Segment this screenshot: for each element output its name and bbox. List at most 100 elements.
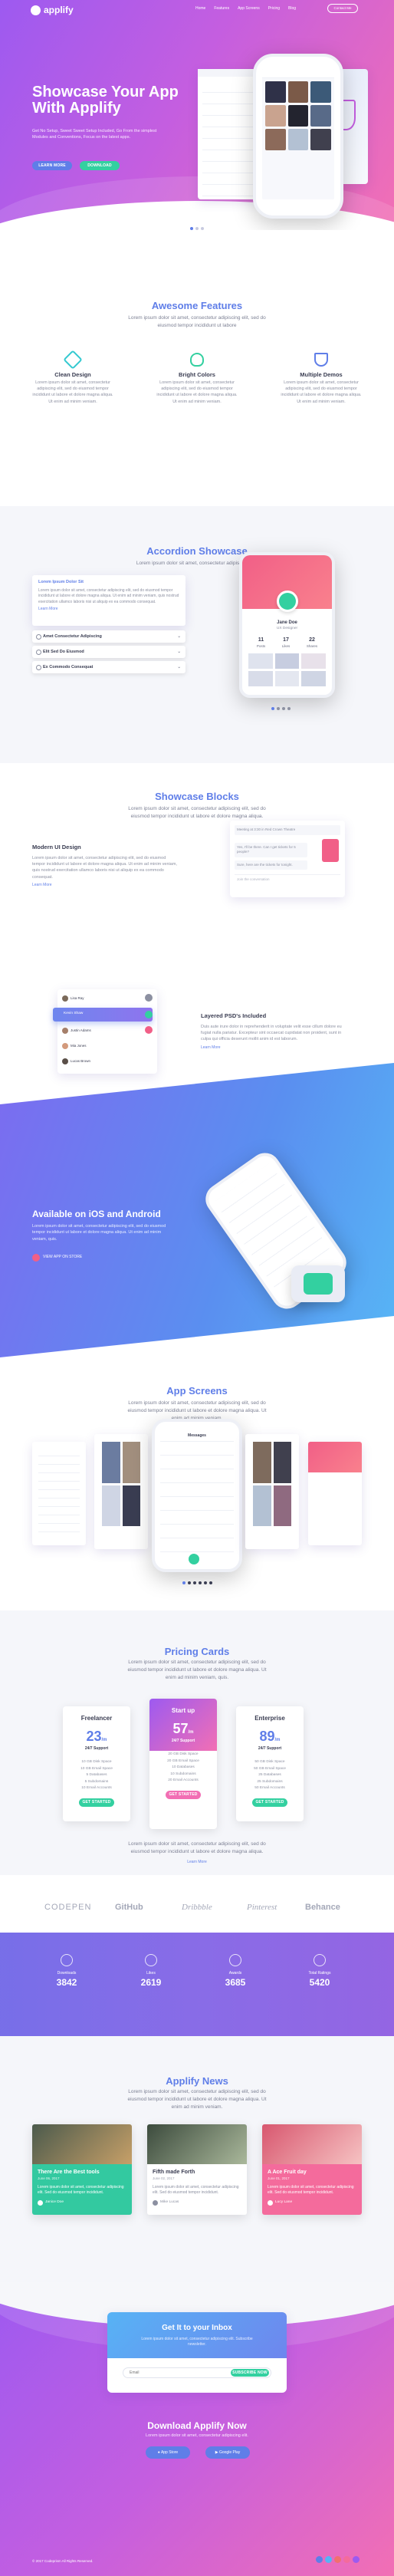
nav-app-screens[interactable]: App Screens <box>238 6 260 12</box>
gallery-thumb[interactable] <box>248 653 273 669</box>
photo-thumb[interactable] <box>265 129 286 150</box>
phone-screen: Messages <box>160 1431 234 1560</box>
nav-pricing[interactable]: Pricing <box>268 6 280 12</box>
news-section: Applify News Lorem ipsum dolor sit amet,… <box>0 2036 394 2282</box>
photo-thumb[interactable] <box>287 105 309 127</box>
photo-thumb[interactable] <box>265 105 286 127</box>
pager-dot[interactable] <box>188 1581 191 1584</box>
accordion-learn-more-link[interactable]: Learn More <box>38 607 179 612</box>
pager-dot[interactable] <box>193 1581 196 1584</box>
accordion-open-text: Lorem ipsum dolor sit amet, consectetur … <box>38 587 179 604</box>
store-link[interactable]: VIEW APP ON STORE <box>32 1254 82 1262</box>
app-store-button[interactable]: ● App Store <box>146 2446 190 2459</box>
screen-preview[interactable] <box>308 1442 362 1545</box>
brand-name: applify <box>44 5 74 15</box>
accordion-item[interactable]: Amet Consectetur Adipiscing ⌄ <box>32 630 186 643</box>
pager-dot[interactable] <box>182 1581 186 1584</box>
nav-features[interactable]: Features <box>214 6 229 12</box>
stat-likes: Likes 2619 <box>117 1954 186 1990</box>
pager-dot[interactable] <box>277 707 280 710</box>
nav-blog[interactable]: Blog <box>288 6 296 12</box>
avatar <box>268 2199 273 2206</box>
thumb <box>253 1485 271 1526</box>
block-learn-more-link[interactable]: Learn More <box>32 883 178 888</box>
check-icon[interactable] <box>145 1011 153 1018</box>
price-card-enterprise: Enterprise 89/m 24/7 Support 50 GB Disk … <box>236 1706 304 1821</box>
gallery-thumb[interactable] <box>274 671 300 687</box>
thumb <box>102 1485 120 1526</box>
screen-cover <box>308 1442 362 1472</box>
dribbble-icon[interactable] <box>343 2556 350 2563</box>
pager-dot[interactable] <box>271 707 274 710</box>
smartwatch <box>291 1265 345 1302</box>
accordion-item-open[interactable]: Lorem Ipsum Dolor Sit Lorem ipsum dolor … <box>32 575 186 626</box>
pricing-learn-more-link[interactable]: Learn More <box>0 1860 394 1865</box>
plan-feature: 50 Email Accounts <box>254 1786 285 1791</box>
brand-logo[interactable]: applify <box>31 4 74 17</box>
pager-dot[interactable] <box>287 707 291 710</box>
news-card[interactable]: A Ace Fruit day June 01, 2017 Lorem ipsu… <box>262 2124 362 2215</box>
screen-preview[interactable] <box>94 1434 148 1549</box>
gallery-thumb[interactable] <box>274 653 300 669</box>
pager-dot[interactable] <box>282 707 285 710</box>
avatar <box>62 1043 68 1049</box>
contact-row[interactable]: Mia Jones <box>62 1043 87 1049</box>
news-card[interactable]: Fifth made Forth June 02, 2017 Lorem ips… <box>147 2124 247 2215</box>
screen-preview[interactable] <box>245 1434 299 1549</box>
close-icon[interactable] <box>145 1026 153 1034</box>
gallery-thumb[interactable] <box>301 653 326 669</box>
contact-row[interactable]: Justin Adams <box>62 1028 91 1034</box>
accordion-item[interactable]: Ex Commodo Consequat ⌄ <box>32 661 186 673</box>
accordion-item[interactable]: Elit Sed Do Eiusmod ⌄ <box>32 646 186 658</box>
compose-icon[interactable] <box>189 1554 199 1564</box>
download-button[interactable]: DOWNLOAD <box>80 161 120 170</box>
email-input[interactable] <box>123 2368 208 2377</box>
contact-name: Justin Adams <box>71 1028 91 1033</box>
photo-thumb[interactable] <box>310 81 331 103</box>
get-started-button[interactable]: GET STARTED <box>166 1791 201 1800</box>
photo-thumb[interactable] <box>310 129 331 150</box>
contact-button[interactable]: Contact Me <box>327 4 358 13</box>
block-learn-more-link[interactable]: Learn More <box>201 1045 346 1051</box>
get-started-button[interactable]: GET STARTED <box>79 1798 114 1808</box>
author-name: Janice Doe <box>45 2199 64 2204</box>
top-nav: applify Home Features App Screens Pricin… <box>0 0 394 17</box>
screen-preview[interactable] <box>32 1442 86 1545</box>
google-play-button[interactable]: ▶ Google Play <box>205 2446 250 2459</box>
get-started-button[interactable]: GET STARTED <box>252 1798 287 1808</box>
contact-row-active[interactable]: Kevin Shaw <box>53 1008 153 1022</box>
gallery-thumb[interactable] <box>301 671 326 687</box>
email-field[interactable]: SUBSCRIBE NOW <box>123 2367 271 2378</box>
photo-thumb[interactable] <box>265 81 286 103</box>
news-card[interactable]: There Are the Best tools June 06, 2017 L… <box>32 2124 132 2215</box>
twitter-icon[interactable] <box>325 2556 332 2563</box>
accordion-phone: Jane Doe UX Designer 11 Posts 17 Likes 22 S… <box>239 552 335 698</box>
plan-feature: 20 GB Email Space <box>167 1758 199 1763</box>
news-card-date: June 06, 2017 <box>38 2176 60 2181</box>
facebook-icon[interactable] <box>316 2556 323 2563</box>
gallery-thumb[interactable] <box>248 671 273 687</box>
block-modern-ui: Modern UI Design Lorem ipsum dolor sit a… <box>32 844 178 888</box>
nav-home[interactable]: Home <box>195 6 205 12</box>
subscribe-button[interactable]: SUBSCRIBE NOW <box>231 2369 269 2377</box>
feature-bright-colors: Bright Colors Lorem ipsum dolor sit amet… <box>155 353 239 405</box>
photo-thumb[interactable] <box>310 105 331 127</box>
photo-thumb[interactable] <box>287 129 309 150</box>
photo-thumb[interactable] <box>287 81 309 103</box>
plan-feature: 25 Subdomains <box>257 1779 283 1784</box>
screen-content <box>38 1448 80 1532</box>
pager-dot[interactable] <box>204 1581 207 1584</box>
stat-value: 22 <box>309 637 315 643</box>
news-title: Applify News <box>166 2075 228 2087</box>
plan-support: 24/7 Support <box>258 1745 282 1751</box>
chat-action-card[interactable] <box>322 839 339 862</box>
instagram-icon[interactable] <box>353 2556 360 2563</box>
learn-more-button[interactable]: LEARN MORE <box>32 161 72 170</box>
contact-row[interactable]: Lucas Brown <box>62 1058 90 1064</box>
google-plus-icon[interactable] <box>334 2556 341 2563</box>
pager-dot[interactable] <box>199 1581 202 1584</box>
chat-input[interactable]: Join the conversation <box>235 874 340 885</box>
pager-dot[interactable] <box>209 1581 212 1584</box>
more-icon[interactable] <box>145 994 153 1002</box>
contact-row[interactable]: Lisa Ray <box>62 995 139 1002</box>
